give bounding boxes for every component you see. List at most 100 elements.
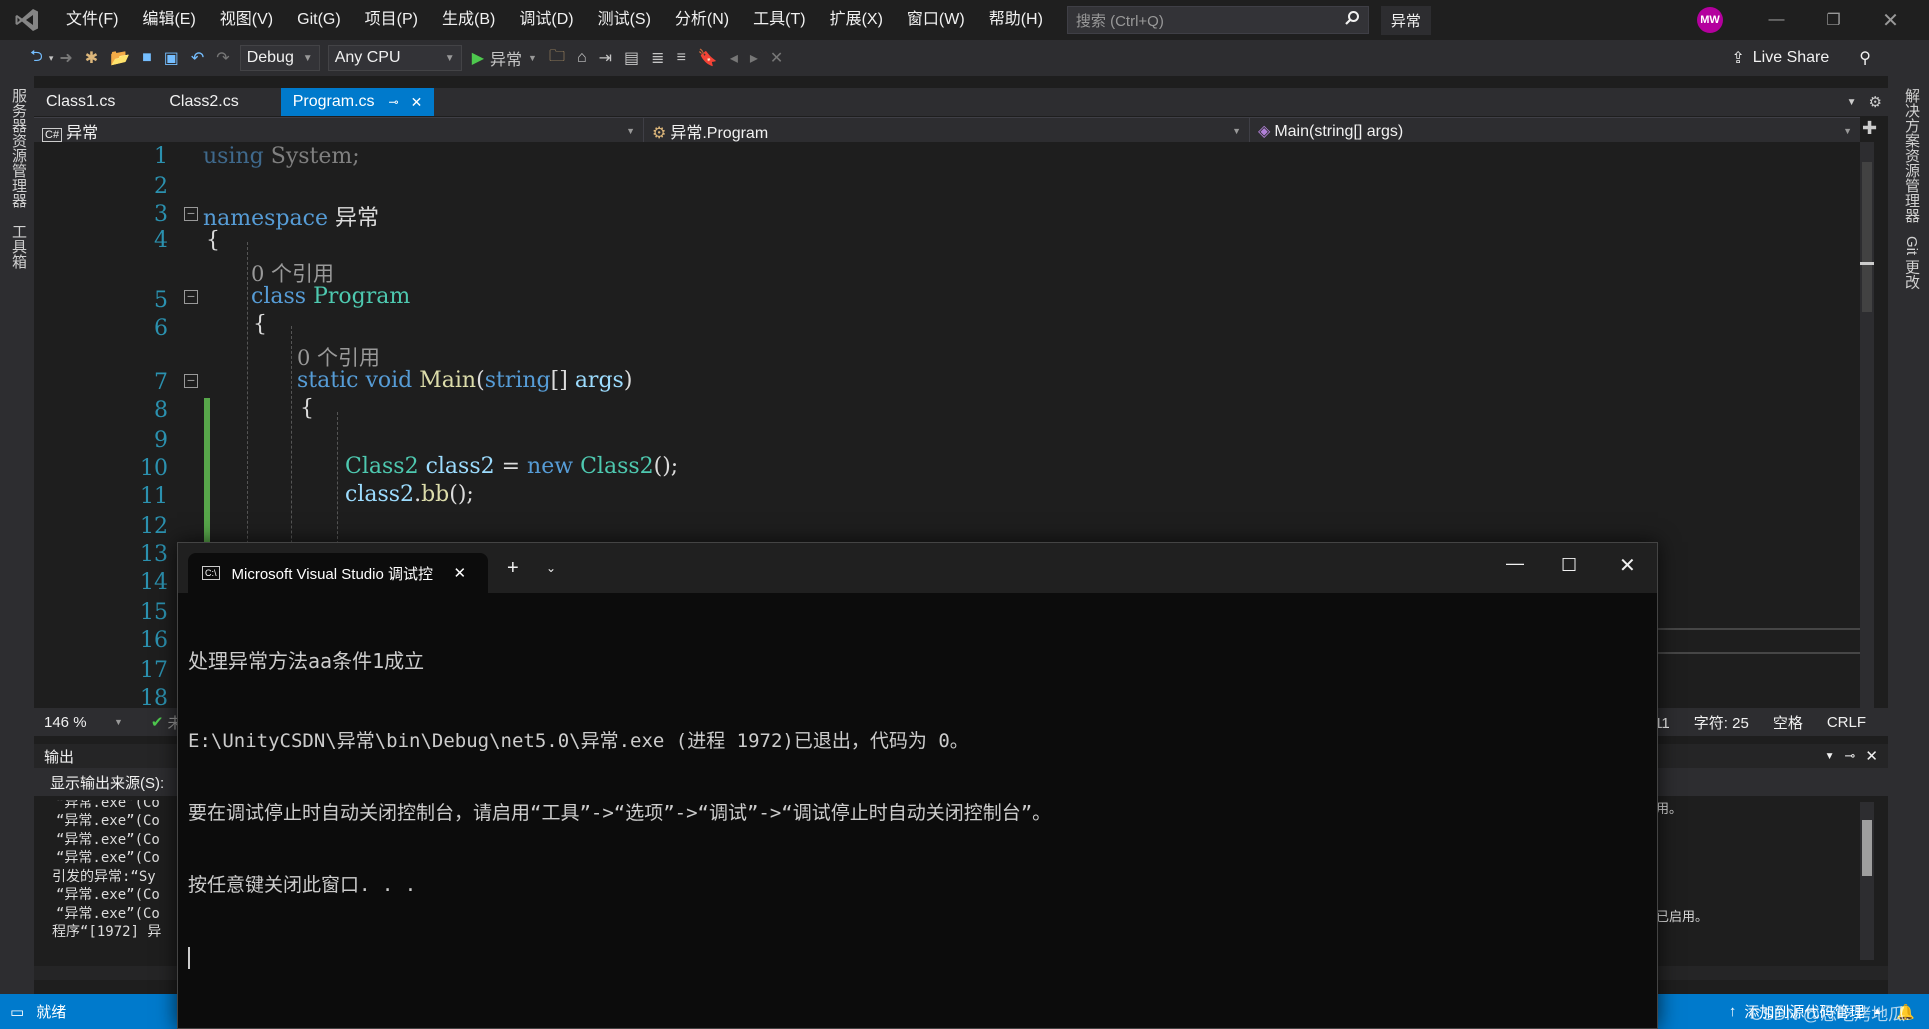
tab-program[interactable]: Program.cs ⊸ ✕ [280,88,435,116]
tab-class2[interactable]: Class2.cs [157,88,250,116]
console-tab[interactable]: C:\ Microsoft Visual Studio 调试控 ✕ [188,553,488,593]
whitespace-indicator[interactable]: 空格 [1773,712,1803,733]
panel-options-icon[interactable]: ▼ [1825,751,1835,762]
minimize-icon[interactable]: — [1506,553,1524,574]
step-icon[interactable]: ⇥ [599,48,612,68]
share-icon: ⇪ [1731,50,1745,67]
scrollbar-thumb[interactable] [1862,162,1872,312]
solution-explorer-tab[interactable]: 解决方案资源管理器 [1901,88,1922,223]
project-dropdown[interactable]: C# 异常 ▼ [34,118,644,143]
debug-console-window[interactable]: C:\ Microsoft Visual Studio 调试控 ✕ + ⌄ — … [177,542,1658,1029]
line-ending-indicator[interactable]: CRLF [1827,714,1866,731]
menu-test[interactable]: 测试(S) [586,0,663,40]
configuration-dropdown[interactable]: Debug ▼ [239,45,320,71]
configuration-value: Debug [246,49,294,66]
open-file-icon[interactable]: 📂 [110,48,130,68]
minimize-icon[interactable]: — [1748,0,1805,40]
menu-analyze[interactable]: 分析(N) [663,0,741,40]
close-tab-icon[interactable]: ✕ [411,94,423,111]
output-right-fragment: 已启用。 [1656,909,1709,924]
user-avatar[interactable]: MW [1697,7,1723,33]
close-icon[interactable]: ✕ [1862,0,1919,40]
navigate-back-icon[interactable]: ⮌ [30,45,43,72]
server-explorer-tab[interactable]: 服务器资源管理器 [8,88,29,208]
collapse-icon[interactable]: − [184,289,198,304]
right-tool-rail: 解决方案资源管理器 Git 更改 [1888,76,1929,994]
toolbox-tab[interactable]: 工具箱 [8,224,29,269]
save-all-icon[interactable]: ▣ [164,48,179,68]
menu-help[interactable]: 帮助(H) [977,0,1055,40]
git-changes-tab[interactable]: Git 更改 [1901,236,1922,289]
line-number: 9 [154,428,168,453]
menu-view[interactable]: 视图(V) [208,0,285,40]
ready-icon: ▭ [10,1003,25,1021]
line-number: 7 [154,370,168,395]
save-icon[interactable]: ■ [142,49,152,67]
menu-file[interactable]: 文件(F) [54,0,130,40]
output-vertical-scrollbar[interactable] [1860,802,1874,960]
zoom-level[interactable]: 146 % [44,714,114,731]
column-indicator: 字符: 25 [1693,714,1749,732]
line-number: 13 [140,542,168,567]
pin-icon[interactable]: ⊸ [1845,748,1856,764]
new-tab-icon[interactable]: + [507,557,519,580]
undo-icon[interactable]: ↶ [191,48,204,68]
redo-icon[interactable]: ↷ [216,48,229,68]
console-line: 按任意键关闭此窗口. . . [188,874,417,896]
chevron-down-icon[interactable]: ▼ [114,717,123,727]
split-editor-icon[interactable]: ✚ [1862,118,1877,139]
menu-tools[interactable]: 工具(T) [741,0,817,40]
close-icon[interactable]: ✕ [1619,553,1636,578]
document-tabs: Class1.cs Class2.cs Program.cs ⊸ ✕ ▼ ⚙ [34,88,1888,116]
live-share-button[interactable]: ⇪ Live Share ⚲ [1731,48,1871,68]
new-project-icon[interactable]: ✱ [85,48,98,68]
folder-icon[interactable]: 🗀 [549,45,565,72]
bookmark-icon[interactable]: 🔖 [698,48,718,68]
class-icon: ⚙ [652,124,667,142]
browser-link-icon[interactable]: ⌂ [577,49,587,67]
next-bookmark-icon[interactable]: ▸ [750,48,758,68]
search-box[interactable]: 搜索 (Ctrl+Q) [1066,6,1369,34]
indent-icon[interactable]: ≣ [651,48,664,68]
clear-bookmarks-icon[interactable]: ✕ [770,48,783,68]
close-tab-icon[interactable]: ✕ [454,564,467,582]
back-dropdown-icon[interactable]: ▾ [49,53,54,64]
collapse-icon[interactable]: − [184,206,198,221]
navigate-forward-icon[interactable]: ➜ [59,48,72,68]
prev-bookmark-icon[interactable]: ◂ [730,48,738,68]
settings-gear-icon[interactable]: ⚙ [1869,93,1882,111]
restore-icon[interactable]: ❐ [1805,0,1862,40]
menu-project[interactable]: 项目(P) [353,0,430,40]
start-label: 异常 [490,52,523,69]
search-icon[interactable] [1344,10,1360,30]
chevron-down-icon[interactable]: ⌄ [546,561,556,575]
close-panel-icon[interactable]: ✕ [1865,747,1878,765]
maximize-icon[interactable]: ☐ [1561,555,1577,576]
scrollbar-thumb[interactable] [1862,820,1872,876]
pin-icon[interactable]: ⊸ [389,95,399,109]
outdent-icon[interactable]: ≡ [677,49,686,67]
layout-icon[interactable]: ▤ [624,48,639,68]
arrow-up-icon: ↑ [1728,1003,1737,1020]
line-number: 1 [154,144,168,169]
line-number: 8 [154,398,168,423]
menu-window[interactable]: 窗口(W) [895,0,977,40]
console-output[interactable]: 处理异常方法aa条件1成立 E:\UnityCSDN\异常\bin\Debug\… [178,593,1657,1025]
visual-studio-logo-icon[interactable] [0,0,54,40]
menu-edit[interactable]: 编辑(E) [130,0,207,40]
menu-build[interactable]: 生成(B) [430,0,507,40]
tab-overflow-icon[interactable]: ▼ [1847,97,1857,108]
member-dropdown[interactable]: ◈ Main(string[] args) ▼ [1250,118,1860,143]
collapse-icon[interactable]: − [184,373,198,388]
feedback-icon[interactable]: ⚲ [1859,48,1871,68]
console-line: 要在调试停止时自动关闭控制台，请启用“工具”->“选项”->“调试”->“调试停… [188,802,1052,824]
console-line: 处理异常方法aa条件1成立 [188,649,425,673]
type-dropdown[interactable]: ⚙ 异常.Program ▼ [644,118,1250,143]
editor-vertical-scrollbar[interactable] [1860,142,1874,708]
menu-debug[interactable]: 调试(D) [507,0,585,40]
platform-dropdown[interactable]: Any CPU ▼ [327,45,462,71]
start-debugging-button[interactable]: ▶ 异常 ▼ [472,46,537,70]
menu-extensions[interactable]: 扩展(X) [818,0,895,40]
menu-git[interactable]: Git(G) [285,0,353,40]
tab-class1[interactable]: Class1.cs [34,88,127,116]
